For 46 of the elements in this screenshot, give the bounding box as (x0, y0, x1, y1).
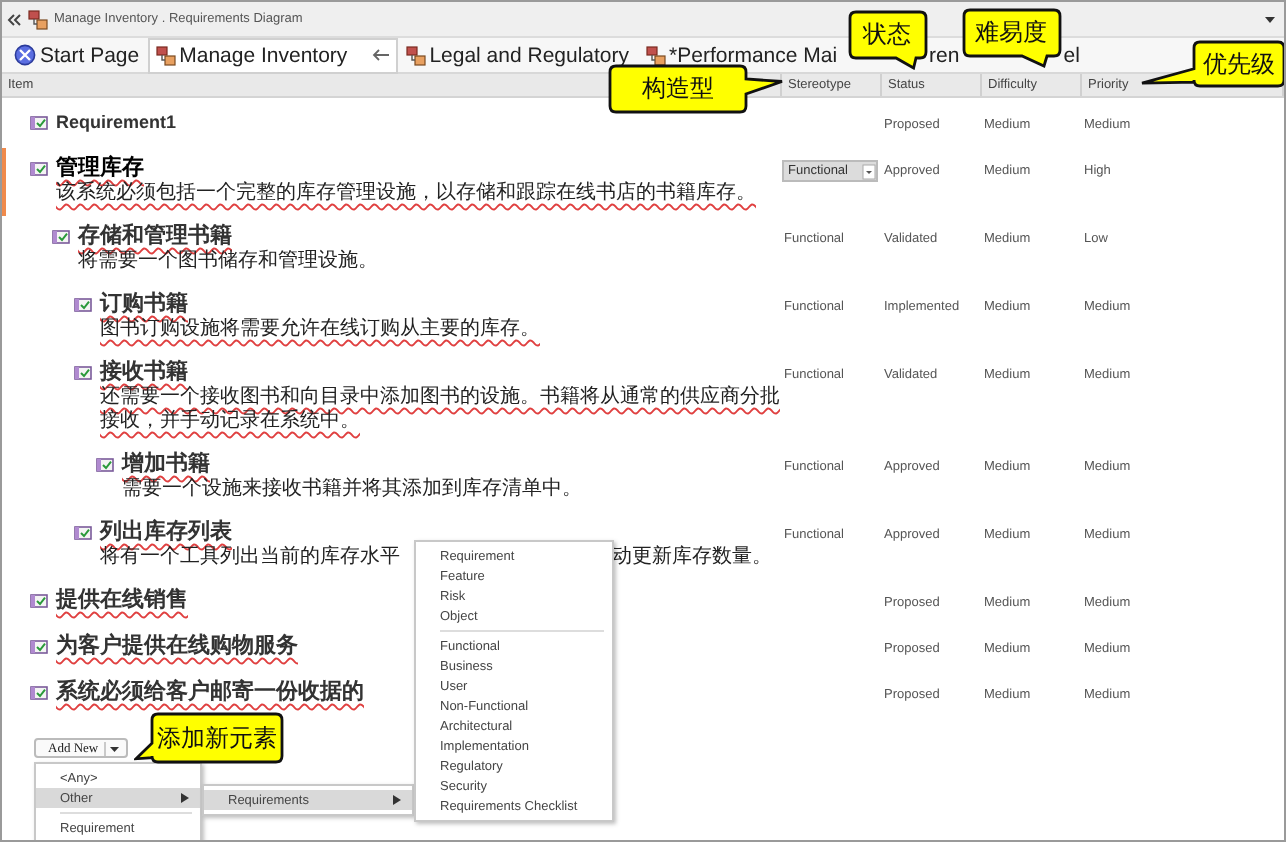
caret-icon[interactable] (104, 741, 123, 755)
diagram-icon (28, 9, 48, 29)
pin-icon[interactable] (371, 48, 390, 62)
requirement-icon (30, 640, 48, 654)
requirement-description: 该系统必须包括一个完整的库存管理设施，以存储和跟踪在线书店的书籍库存。 (54, 182, 758, 206)
diagram-icon (405, 45, 426, 65)
requirement-description: 图书订购设施将需要允许在线订购从主要的库存。 (98, 318, 542, 342)
requirement-name: 为客户提供在线购物服务 (56, 634, 298, 660)
collapse-icon[interactable] (6, 11, 22, 27)
requirement-name: 系统必须给客户邮寄一份收据的 (56, 680, 364, 706)
requirement-name: 存储和管理书籍 (78, 224, 232, 249)
requirement-icon (30, 594, 48, 608)
tab[interactable]: Start Page (6, 37, 148, 73)
requirement-description: 将有一个工具列出当前的库存水平 (98, 546, 400, 570)
requirement-icon (74, 298, 92, 312)
requirement-name: Requirement1 (56, 110, 177, 136)
dropdown-arrow-icon[interactable] (1264, 13, 1276, 25)
requirement-icon (74, 366, 92, 380)
requirement-name: 增加书籍 (122, 452, 210, 478)
requirement-icon (96, 458, 114, 472)
tab[interactable]: ren (929, 43, 960, 67)
callout-tooltip: 构造型 (608, 64, 784, 114)
requirement-description: 还需要一个接收图书和向目录中添加图书的设施。书籍将从通常的供应商分批接收，并手动记录在系统中。 (98, 386, 782, 434)
requirement-icon (74, 526, 92, 540)
requirement-icon (52, 230, 70, 244)
tab[interactable]: Manage Inventory (147, 37, 398, 73)
requirement-name: 订购书籍 (100, 292, 188, 317)
requirement-name: 接收书籍 (100, 360, 188, 386)
requirement-description: 需要一个设施来接收书籍并将其添加到库存清单中。 (120, 478, 584, 502)
requirement-name: 提供在线销售 (56, 588, 188, 614)
requirement-name: 管理库存 (56, 156, 144, 181)
submenu-arrow-icon[interactable] (392, 794, 402, 806)
requirement-description: 动更新库存数量。 (612, 546, 772, 570)
requirement-name: 列出库存列表 (100, 520, 232, 546)
requirement-icon (30, 686, 48, 700)
submenu-arrow-icon[interactable] (180, 792, 190, 804)
callout-tooltip: 优先级 (1140, 40, 1284, 88)
requirement-icon (30, 162, 48, 176)
start-page-icon (14, 44, 36, 66)
requirement-icon (30, 116, 48, 130)
callout-tooltip: 添加新元素 (134, 712, 285, 764)
tab[interactable]: el (1063, 43, 1080, 67)
diagram-icon (645, 45, 666, 65)
requirement-description: 将需要一个图书储存和管理设施。 (76, 250, 380, 274)
diagram-icon (155, 45, 176, 65)
caret-icon[interactable] (862, 163, 876, 179)
